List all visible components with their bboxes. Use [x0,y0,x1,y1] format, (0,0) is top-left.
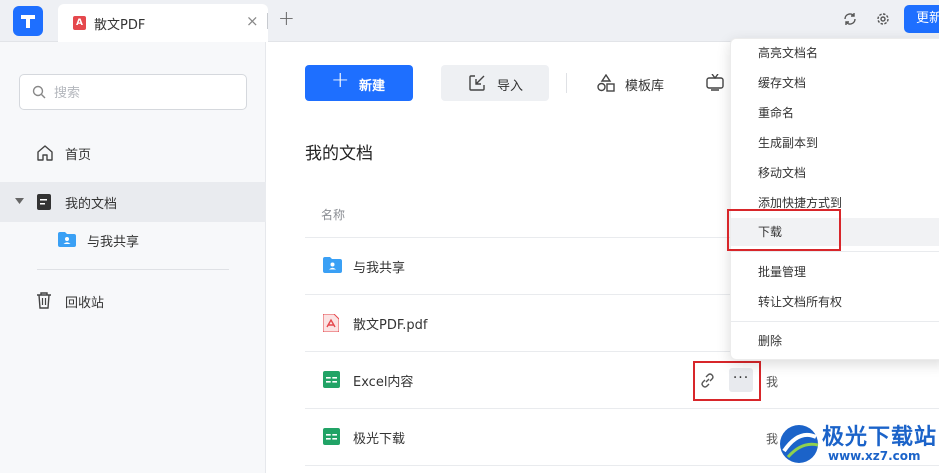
file-name: Excel内容 [353,375,414,390]
import-button[interactable]: 导入 [441,65,549,101]
menu-item-highlight-name[interactable]: 高亮文档名 [731,39,939,67]
menu-item-cache[interactable]: 缓存文档 [731,69,939,97]
watermark-brand: 极光下载站 [822,424,938,450]
menu-divider [731,321,939,322]
document-icon [37,194,51,210]
new-button-label: 新建 [359,79,386,94]
spreadsheet-icon [323,371,340,388]
file-name: 散文PDF.pdf [353,318,428,333]
menu-item-copy-to[interactable]: 生成副本到 [731,129,939,157]
sidebar-item-label: 首页 [65,148,92,163]
more-options-button[interactable]: ··· [729,368,753,392]
file-row[interactable]: Excel内容 我 [305,352,939,408]
tab-close-button[interactable]: × [246,12,259,30]
sidebar-item-label: 我的文档 [65,197,118,212]
sidebar-divider [37,269,229,270]
pdf-icon: A [73,16,86,30]
watermark-logo-icon [780,425,819,463]
menu-item-transfer-ownership[interactable]: 转让文档所有权 [731,288,939,316]
search-box[interactable] [19,74,247,110]
trash-icon [37,292,51,309]
shared-folder-icon [323,257,342,273]
template-library-label: 模板库 [625,79,665,94]
column-header-name[interactable]: 名称 [321,206,345,223]
home-icon [37,145,53,161]
link-icon[interactable] [699,372,716,389]
sync-icon[interactable] [842,11,858,27]
spreadsheet-icon [323,428,340,445]
download-highlight [727,209,841,251]
sidebar: 首页 我的文档 与我共享 回收站 [0,42,266,473]
tab-document[interactable]: A 散文PDF × [58,4,268,42]
new-button[interactable]: + 新建 [305,65,413,101]
menu-item-batch-manage[interactable]: 批量管理 [731,258,939,286]
template-library-button[interactable]: 模板库 [593,65,683,101]
menu-item-rename[interactable]: 重命名 [731,99,939,127]
file-owner: 我 [766,375,779,389]
tab-divider [267,13,268,29]
page-title: 我的文档 [305,144,373,164]
sidebar-item-shared[interactable]: 与我共享 [0,220,266,260]
shared-folder-icon [58,232,76,247]
template-icon [597,74,615,92]
watermark-url: www.xz7.com [828,449,921,463]
file-name: 与我共享 [353,261,406,276]
row-actions-highlight: ··· [693,361,761,401]
watermark: 极光下载站 www.xz7.com [768,415,939,473]
app-logo-icon [21,15,35,28]
menu-item-delete[interactable]: 删除 [731,327,939,355]
sidebar-item-label: 回收站 [65,296,105,311]
tv-icon[interactable] [706,74,724,91]
sidebar-item-label: 与我共享 [87,235,140,250]
plus-icon: + [331,68,350,93]
import-button-label: 导入 [497,79,524,94]
app-logo[interactable] [13,6,43,36]
toolbar-divider [566,73,567,93]
sidebar-item-home[interactable]: 首页 [0,133,266,173]
pdf-file-icon [323,314,339,332]
import-icon [469,75,485,91]
new-tab-button[interactable]: + [278,6,295,30]
menu-item-move[interactable]: 移动文档 [731,159,939,187]
context-menu: 高亮文档名 缓存文档 重命名 生成副本到 移动文档 添加快捷方式到 下载 批量管… [730,38,939,360]
search-input[interactable] [54,83,234,103]
sidebar-item-my-documents[interactable]: 我的文档 [0,182,266,222]
caret-down-icon[interactable] [15,198,24,205]
update-button[interactable]: 更新 [904,5,939,33]
gear-icon[interactable] [875,11,891,27]
tab-bar: A 散文PDF × + 更新 [0,0,939,42]
menu-divider [731,251,939,252]
sidebar-item-trash[interactable]: 回收站 [0,281,266,321]
file-name: 极光下载 [353,432,406,447]
search-icon [32,85,46,99]
tab-title: 散文PDF [94,18,146,33]
